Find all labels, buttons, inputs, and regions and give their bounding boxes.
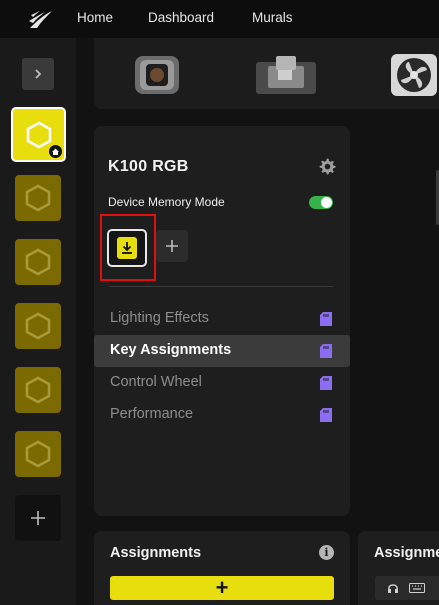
nav-dashboard[interactable]: Dashboard [148,10,214,25]
headset-icon[interactable] [387,582,399,594]
menu-item-label: Control Wheel [110,374,202,390]
device-memory-mode-toggle[interactable] [309,196,333,209]
sidebar-device-6[interactable] [15,431,61,477]
memory-card-icon [320,408,332,422]
home-icon [49,145,62,158]
info-icon[interactable]: i [319,545,334,560]
fan-icon[interactable] [389,52,439,98]
nav-home[interactable]: Home [77,10,113,25]
memory-card-icon [320,344,332,358]
profile-highlight-box [100,214,156,281]
assignments-title: Assignments [110,545,202,561]
device-strip [94,38,439,109]
pump-head-icon[interactable] [132,52,182,98]
menu-control-wheel[interactable]: Control Wheel [94,367,350,399]
assignment-filter-bar [375,576,439,600]
gpu-waterblock-icon[interactable] [254,52,318,98]
menu-item-label: Lighting Effects [110,310,209,326]
keyboard-icon[interactable] [409,583,425,593]
hexagon-device-icon [25,312,51,340]
nav-murals[interactable]: Murals [252,10,293,25]
memory-card-icon [320,312,332,326]
menu-item-label: Key Assignments [110,342,232,358]
sidebar-expand-button[interactable] [22,58,54,90]
hexagon-device-icon [26,121,51,148]
hexagon-device-icon [25,248,51,276]
add-assignment-button[interactable]: + [110,576,334,600]
plus-icon [31,511,45,525]
sidebar-device-5[interactable] [15,367,61,413]
plus-icon [166,240,178,252]
menu-key-assignments[interactable]: Key Assignments [94,335,350,367]
menu-performance[interactable]: Performance [94,399,350,431]
assignments-panel: Assignments i + [94,531,350,605]
hexagon-device-icon [25,184,51,212]
assignment-detail-title: Assignme [374,545,439,561]
memory-card-icon [320,376,332,390]
sidebar-device-2[interactable] [15,175,61,221]
add-profile-button[interactable] [156,230,188,262]
hexagon-device-icon [25,376,51,404]
sidebar-device-k100-rgb[interactable] [11,107,66,162]
sidebar-device-3[interactable] [15,239,61,285]
menu-lighting-effects[interactable]: Lighting Effects [94,303,350,335]
chevron-right-icon [35,69,42,79]
gear-icon[interactable] [318,157,336,175]
device-title: K100 RGB [108,158,189,175]
sidebar-device-4[interactable] [15,303,61,349]
top-nav-bar: Home Dashboard Murals [0,0,439,38]
menu-item-label: Performance [110,406,194,422]
assignment-detail-panel: Assignme [358,531,439,605]
hexagon-device-icon [25,440,51,468]
corsair-logo-icon[interactable] [28,8,54,30]
device-memory-mode-label: Device Memory Mode [108,195,225,209]
panel-divider [109,286,333,287]
add-device-button[interactable] [15,495,61,541]
